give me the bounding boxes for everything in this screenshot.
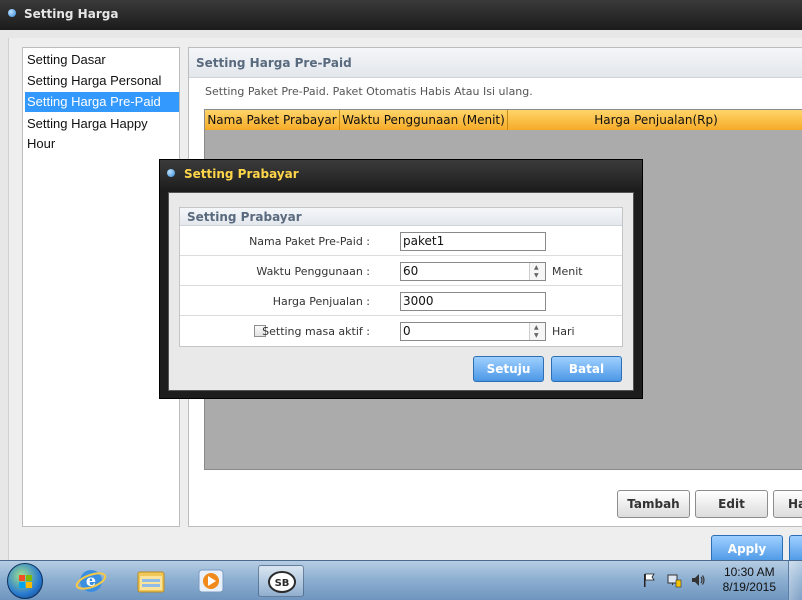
taskbar: e SB 10:30 AM 8/19/2015 [0, 560, 802, 600]
system-clock[interactable]: 10:30 AM 8/19/2015 [723, 565, 776, 595]
clock-date: 8/19/2015 [722, 580, 776, 594]
row-usage-time: Waktu Penggunaan : 60 ▲ ▼ Menit [180, 256, 622, 286]
start-orb[interactable] [7, 563, 43, 599]
windows-logo-icon [19, 575, 32, 588]
dialog-app-icon [167, 169, 175, 177]
spin-up-icon[interactable]: ▲ [534, 324, 539, 332]
dialog-body: Setting Prabayar Nama Paket Pre-Paid : p… [168, 192, 634, 391]
column-header-waktu-penggunaan[interactable]: Waktu Penggunaan (Menit) [340, 110, 508, 130]
package-name-input[interactable]: paket1 [400, 232, 546, 251]
group-header: Setting Prabayar [180, 208, 622, 226]
settings-sidebar: Setting Dasar Setting Harga Personal Set… [22, 47, 180, 527]
usage-time-spin-buttons[interactable]: ▲ ▼ [529, 263, 545, 280]
batal-button[interactable]: Batal [551, 356, 622, 382]
spin-down-icon[interactable]: ▼ [534, 332, 539, 340]
setuju-button[interactable]: Setuju [473, 356, 544, 382]
usage-time-label: Waktu Penggunaan : [256, 265, 370, 278]
volume-icon[interactable] [690, 572, 706, 588]
row-package-name: Nama Paket Pre-Paid : paket1 [180, 226, 622, 256]
panel-description: Setting Paket Pre-Paid. Paket Otomatis H… [205, 85, 533, 98]
dialog-titlebar[interactable]: Setting Prabayar [160, 160, 642, 188]
sb-app-icon[interactable]: SB [258, 565, 304, 597]
column-header-harga-penjualan[interactable]: Harga Penjualan(Rp) [508, 110, 802, 130]
table-header: Nama Paket Prabayar Waktu Penggunaan (Me… [205, 110, 802, 130]
action-center-flag-icon[interactable] [641, 572, 657, 588]
setting-prabayar-dialog: Setting Prabayar Setting Prabayar Nama P… [159, 159, 643, 399]
dialog-title: Setting Prabayar [184, 167, 299, 181]
spin-down-icon[interactable]: ▼ [534, 272, 539, 280]
row-price: Harga Penjualan : 3000 [180, 286, 622, 316]
svg-text:SB: SB [275, 578, 290, 589]
sidebar-item-setting-harga-pre-paid[interactable]: Setting Harga Pre-Paid [25, 92, 179, 112]
sidebar-item-setting-harga-personal[interactable]: Setting Harga Personal [25, 71, 179, 91]
show-desktop-button[interactable] [788, 561, 802, 600]
network-icon[interactable] [666, 572, 682, 588]
usage-time-unit: Menit [552, 265, 583, 278]
active-period-unit: Hari [552, 325, 575, 338]
spin-up-icon[interactable]: ▲ [534, 264, 539, 272]
main-titlebar[interactable]: Setting Harga [0, 0, 802, 30]
usage-time-value: 60 [403, 264, 419, 278]
edit-button[interactable]: Edit [695, 490, 768, 518]
apply-button[interactable]: Apply [711, 535, 783, 563]
prabayar-group: Setting Prabayar Nama Paket Pre-Paid : p… [179, 207, 623, 347]
panel-title: Setting Harga Pre-Paid [196, 56, 352, 70]
app-icon [8, 9, 16, 17]
clock-time: 10:30 AM [723, 565, 775, 579]
internet-explorer-icon[interactable]: e [68, 565, 114, 597]
price-label: Harga Penjualan : [272, 295, 370, 308]
active-period-label: Setting masa aktif : [262, 325, 370, 338]
ok-button-partial[interactable] [789, 535, 802, 563]
windows-explorer-icon[interactable] [128, 565, 174, 597]
media-player-icon[interactable] [188, 565, 234, 597]
sidebar-item-setting-harga-happy-hour[interactable]: Setting Harga Happy Hour [25, 114, 179, 151]
package-name-label: Nama Paket Pre-Paid : [249, 235, 370, 248]
row-active-period: Setting masa aktif : 0 ▲ ▼ Hari [180, 316, 622, 346]
add-button[interactable]: Tambah [617, 490, 690, 518]
active-period-stepper[interactable]: 0 ▲ ▼ [400, 322, 546, 341]
active-period-value: 0 [403, 324, 411, 338]
active-period-spin-buttons[interactable]: ▲ ▼ [529, 323, 545, 340]
panel-header: Setting Harga Pre-Paid [189, 48, 802, 78]
window-title: Setting Harga [24, 7, 119, 21]
sidebar-item-setting-dasar[interactable]: Setting Dasar [25, 50, 179, 70]
usage-time-stepper[interactable]: 60 ▲ ▼ [400, 262, 546, 281]
group-title: Setting Prabayar [187, 210, 302, 224]
column-header-nama-paket[interactable]: Nama Paket Prabayar [205, 110, 340, 130]
delete-button[interactable]: Ha [773, 490, 802, 518]
price-input[interactable]: 3000 [400, 292, 546, 311]
